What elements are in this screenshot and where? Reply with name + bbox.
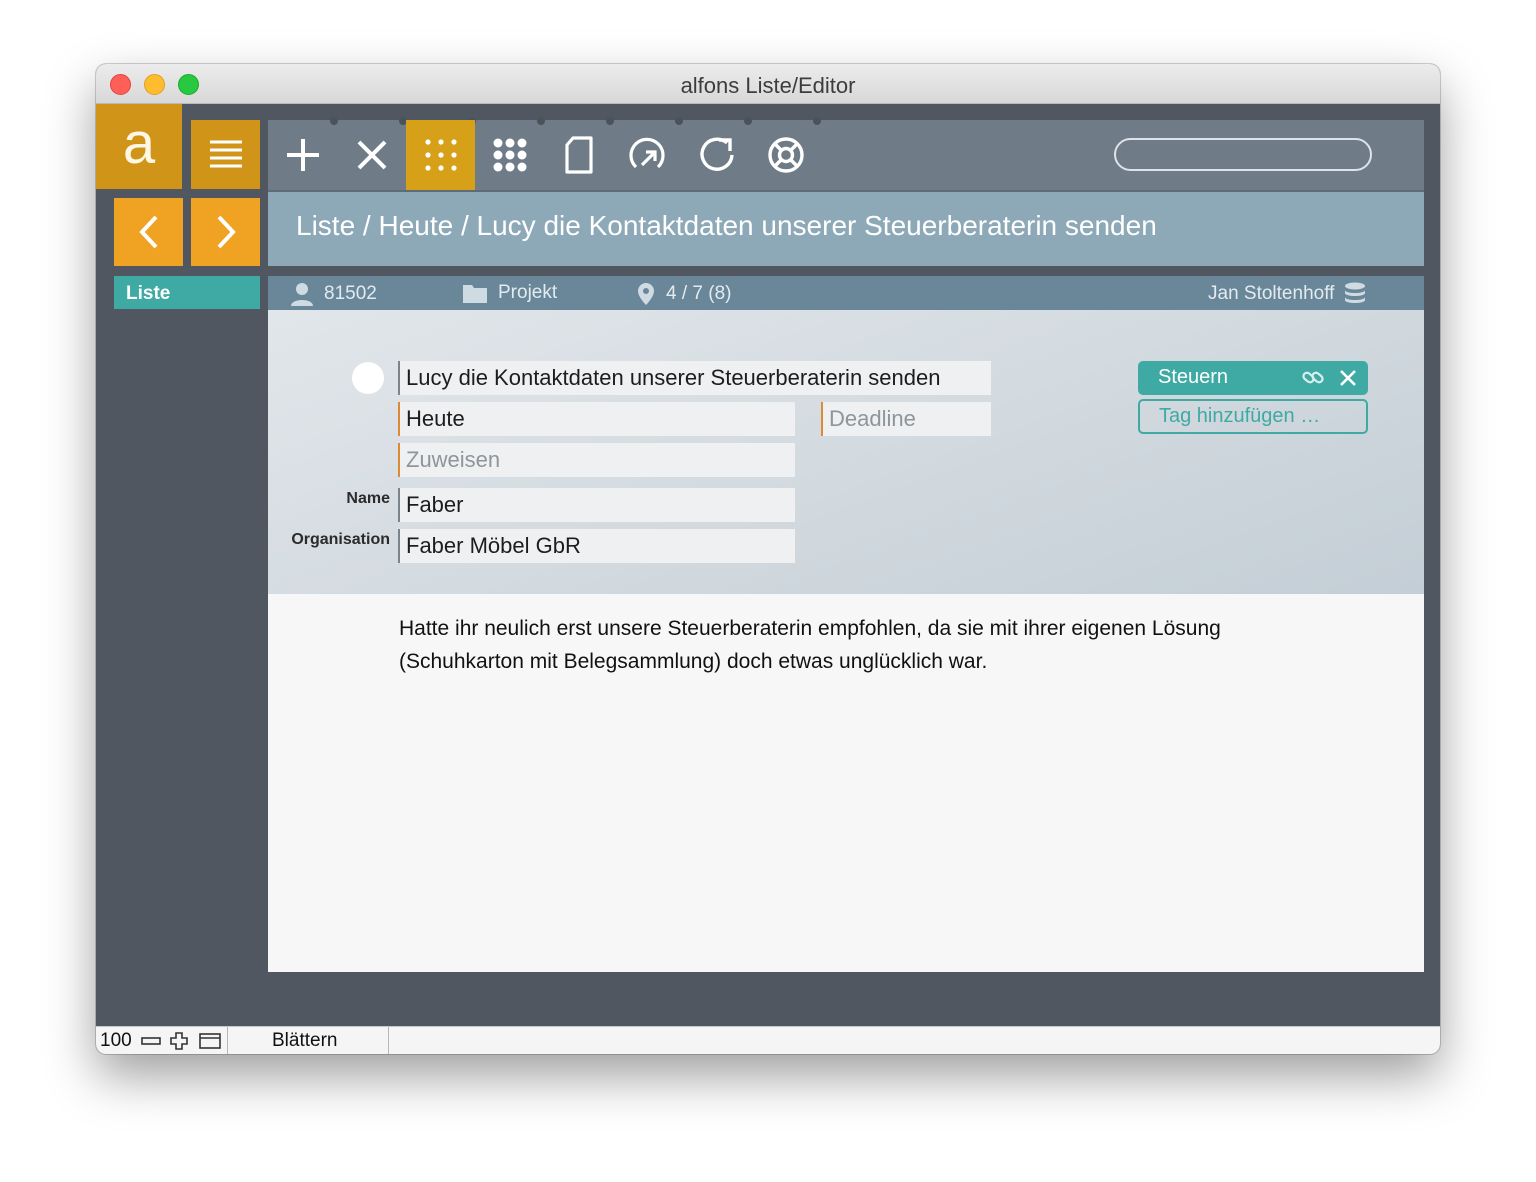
user-name: Jan Stoltenhoff	[1208, 283, 1335, 304]
database-icon	[1345, 282, 1366, 303]
close-icon	[357, 140, 386, 170]
zoom-out-button[interactable]	[141, 1027, 161, 1054]
name-label: Name	[346, 490, 390, 507]
person-icon	[291, 283, 313, 306]
assign-field[interactable]: Zuweisen	[398, 443, 795, 477]
lifebuoy-icon	[767, 137, 804, 173]
title-field[interactable]: Lucy die Kontaktdaten unserer Steuerbera…	[398, 361, 991, 395]
deadline-field[interactable]: Deadline	[821, 402, 991, 436]
link-icon[interactable]	[1301, 367, 1325, 389]
name-field[interactable]: Faber	[398, 488, 795, 522]
small-grid-view-button[interactable]	[406, 120, 475, 190]
search-input[interactable]	[1114, 138, 1372, 171]
spiral-button[interactable]	[613, 120, 682, 190]
zoom-level: 100	[100, 1029, 132, 1051]
status-checkbox[interactable]	[352, 362, 384, 394]
plus-icon	[286, 139, 319, 171]
window-title: alfons Liste/Editor	[680, 73, 856, 98]
grid-view-button[interactable]	[475, 120, 544, 190]
zoom-in-button[interactable]	[170, 1027, 188, 1054]
layout-toggle-button[interactable]	[199, 1027, 221, 1054]
refresh-icon	[699, 137, 734, 171]
app-logo[interactable]: a	[96, 104, 182, 189]
dots-grid-small-icon	[424, 139, 457, 171]
breadcrumb: Liste / Heute / Lucy die Kontaktdaten un…	[296, 210, 1157, 241]
hamburger-icon	[209, 140, 242, 167]
item-id-value: 81502	[324, 283, 377, 304]
status-bar: 100 Blättern	[96, 1026, 1440, 1054]
project-label: Projekt	[498, 282, 558, 303]
help-button[interactable]	[751, 120, 820, 190]
organisation-field[interactable]: Faber Möbel GbR	[398, 529, 795, 563]
status-divider	[227, 1027, 228, 1054]
folder-icon	[463, 285, 487, 303]
location-pin-icon	[638, 283, 654, 305]
document-button[interactable]	[544, 120, 613, 190]
forward-button[interactable]	[191, 198, 260, 266]
app-window: alfons Liste/Editor a Liste Liste / Heut…	[96, 64, 1440, 1054]
user-info: Jan Stoltenhoff	[1208, 282, 1366, 306]
tag-chip[interactable]: Steuern	[1138, 361, 1368, 395]
toolbar	[268, 117, 1424, 190]
info-bar: 81502 Projekt 4 / 7 (8) Jan Stoltenhoff	[268, 276, 1424, 310]
refresh-button[interactable]	[682, 120, 751, 190]
header-bar: Liste / Heute / Lucy die Kontaktdaten un…	[268, 190, 1424, 266]
title-bar: alfons Liste/Editor	[96, 64, 1440, 104]
add-tag-button[interactable]: Tag hinzufügen …	[1138, 399, 1368, 434]
window-layout-icon	[199, 1032, 221, 1049]
spiral-arrow-icon	[628, 137, 665, 169]
document-icon	[564, 136, 593, 174]
minus-icon	[141, 1036, 161, 1045]
delete-item-button[interactable]	[337, 120, 406, 190]
notes-area[interactable]: Hatte ihr neulich erst unsere Steuerbera…	[268, 594, 1424, 972]
item-id: 81502	[290, 282, 377, 306]
notes-text: Hatte ihr neulich erst unsere Steuerbera…	[399, 617, 1221, 673]
mode-label[interactable]: Blättern	[272, 1027, 337, 1054]
plus-icon	[170, 1031, 188, 1050]
chevron-right-icon	[217, 215, 236, 249]
chevron-left-icon	[138, 215, 157, 249]
sidebar-item-liste[interactable]: Liste	[114, 276, 260, 309]
position-indicator: 4 / 7 (8)	[636, 282, 731, 306]
remove-tag-icon[interactable]	[1338, 368, 1358, 388]
list-field[interactable]: Heute	[398, 402, 795, 436]
organisation-label: Organisation	[291, 531, 390, 548]
dots-grid-icon	[493, 138, 526, 172]
status-divider	[388, 1027, 389, 1054]
back-button[interactable]	[114, 198, 183, 266]
item-editor: Lucy die Kontaktdaten unserer Steuerbera…	[268, 310, 1424, 594]
new-item-button[interactable]	[268, 120, 337, 190]
project-link[interactable]: Projekt	[462, 282, 557, 304]
tag-label: Steuern	[1158, 366, 1229, 388]
position-value: 4 / 7 (8)	[666, 283, 732, 304]
menu-button[interactable]	[191, 120, 260, 189]
